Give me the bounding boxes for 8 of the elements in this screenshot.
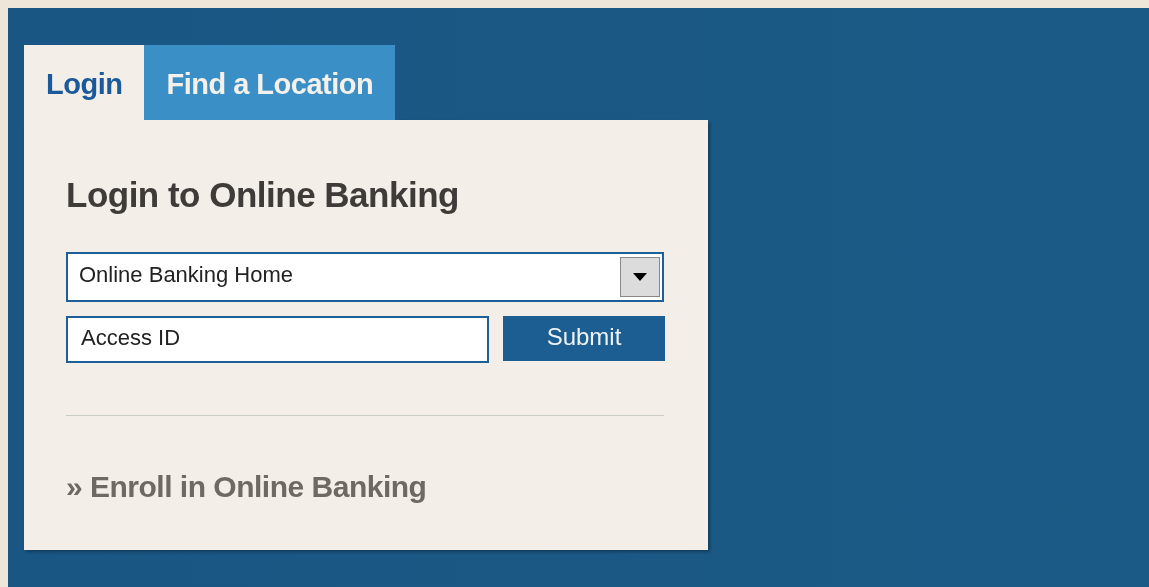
destination-select[interactable]: Online Banking Home [66,252,664,302]
access-id-field[interactable]: Access ID [66,316,489,363]
select-value: Online Banking Home [79,260,293,289]
enroll-link[interactable]: » Enroll in Online Banking [66,470,427,503]
panel-heading: Login to Online Banking [66,174,460,216]
submit-button[interactable]: Submit [503,316,665,361]
tab[interactable]: Login [24,45,145,120]
tab[interactable]: Find a Location [144,45,396,120]
